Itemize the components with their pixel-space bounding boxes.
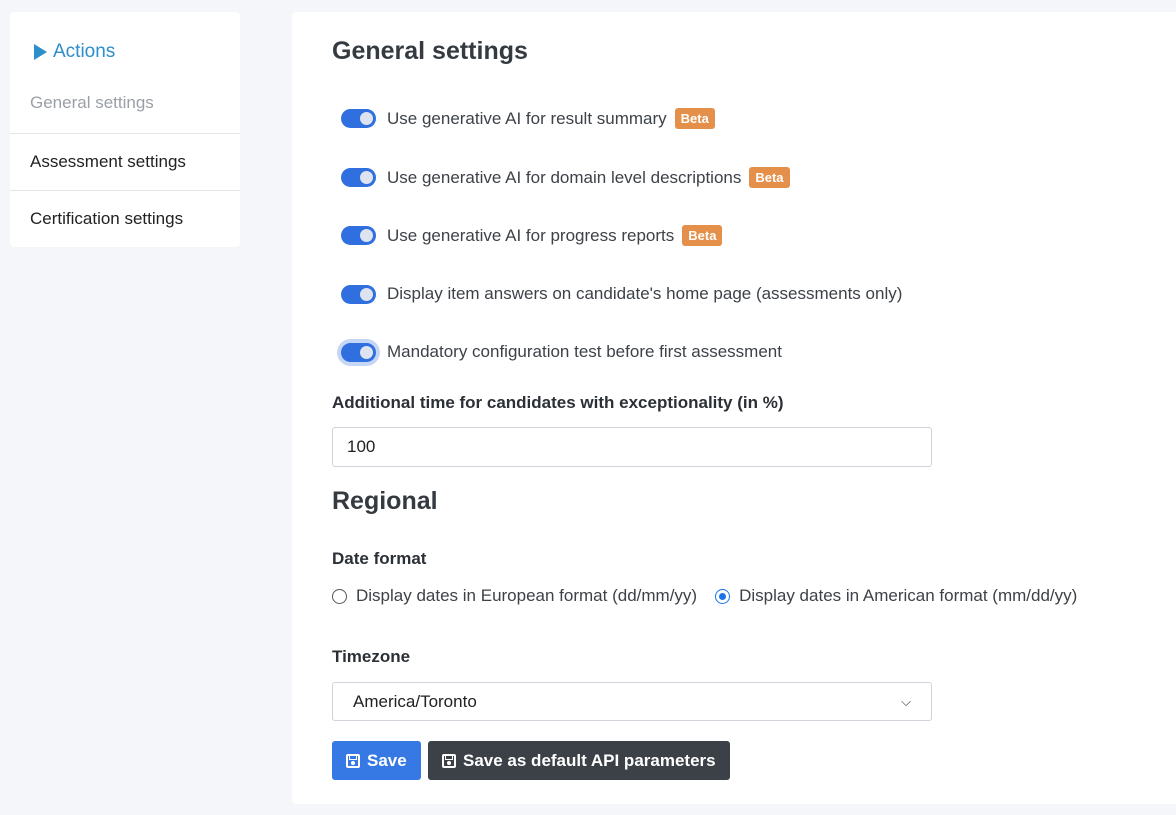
additional-time-input[interactable] [332, 427, 932, 467]
regional-title: Regional [332, 487, 438, 515]
toggle-switch[interactable] [341, 168, 376, 187]
beta-badge: Beta [674, 108, 715, 129]
toggle-switch[interactable] [341, 284, 376, 304]
toggle-switch[interactable] [341, 109, 376, 128]
radio-button[interactable] [715, 588, 731, 604]
toggle-switch[interactable] [341, 342, 376, 362]
toggle-label: Mandatory configuration test before firs… [387, 342, 782, 361]
toggle-row-result-summary: Use generative AI for result summary Bet… [341, 108, 715, 129]
play-icon [34, 44, 47, 60]
timezone-select[interactable]: America/Toronto ⌵ [332, 682, 932, 721]
sidebar-item-certification-settings[interactable]: Certification settings [10, 190, 240, 247]
toggle-label: Use generative AI for progress reports [387, 225, 675, 245]
radio-button[interactable] [332, 588, 347, 604]
sidebar: Actions General settings Assessment sett… [10, 12, 240, 247]
save-icon [346, 753, 360, 768]
toggle-label: Display item answers on candidate's home… [387, 284, 903, 303]
radio-label: Display dates in American format (mm/dd/… [739, 586, 1078, 605]
page-title: General settings [332, 37, 528, 65]
sidebar-header: Actions [10, 12, 240, 72]
sidebar-title: Actions [53, 41, 116, 62]
beta-badge: Beta [749, 167, 790, 188]
save-button-label: Save [367, 750, 407, 770]
toggle-label: Use generative AI for domain level descr… [387, 167, 742, 187]
timezone-label: Timezone [332, 647, 411, 666]
additional-time-label: Additional time for candidates with exce… [332, 393, 784, 412]
toggle-row-progress-reports: Use generative AI for progress reports B… [341, 225, 723, 246]
toggle-switch[interactable] [341, 226, 376, 245]
beta-badge: Beta [682, 225, 723, 246]
save-button[interactable]: Save [332, 741, 421, 780]
date-option-european[interactable]: Display dates in European format (dd/mm/… [332, 586, 697, 606]
date-format-options: Display dates in European format (dd/mm/… [332, 586, 1095, 606]
date-option-american[interactable]: Display dates in American format (mm/dd/… [715, 586, 1077, 606]
toggle-row-display-answers: Display item answers on candidate's home… [341, 284, 902, 304]
save-icon [442, 753, 456, 768]
settings-card: General settings Use generative AI for r… [292, 12, 1176, 804]
chevron-down-icon: ⌵ [901, 693, 911, 709]
save-default-button-label: Save as default API parameters [463, 750, 716, 770]
radio-label: Display dates in European format (dd/mm/… [356, 586, 698, 605]
toggle-row-domain-descriptions: Use generative AI for domain level descr… [341, 167, 790, 188]
toggle-label: Use generative AI for result summary [387, 108, 667, 128]
sidebar-item-assessment-settings[interactable]: Assessment settings [10, 133, 240, 190]
save-default-api-button[interactable]: Save as default API parameters [428, 741, 730, 780]
timezone-value: America/Toronto [353, 691, 477, 711]
date-format-label: Date format [332, 549, 427, 568]
toggle-row-configuration-test: Mandatory configuration test before firs… [341, 342, 782, 362]
sidebar-item-general-settings[interactable]: General settings [10, 72, 240, 133]
